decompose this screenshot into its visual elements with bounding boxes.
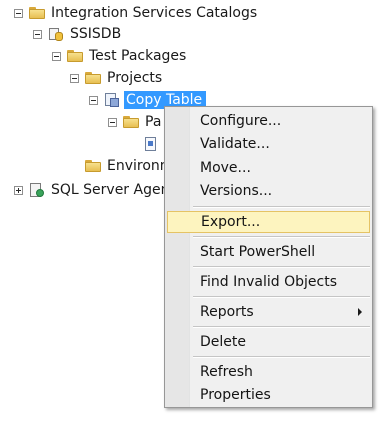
menu-item-refresh[interactable]: Refresh (167, 361, 370, 383)
menu-item-versions[interactable]: Versions... (167, 180, 370, 202)
tree-node-label: Integration Services Catalogs (51, 5, 258, 21)
tree-node-label: SSISDB (70, 26, 122, 42)
folder-icon (29, 7, 45, 19)
tree-node-label: Projects (107, 70, 163, 86)
tree-node-label: SQL Server Agent (51, 182, 175, 198)
menu-item-configure[interactable]: Configure... (167, 110, 370, 132)
menu-item-reports[interactable]: Reports (167, 301, 370, 323)
menu-item-label: Configure... (200, 113, 282, 129)
tree-node-test-packages[interactable]: Test Packages (52, 46, 186, 66)
menu-item-label: Find Invalid Objects (200, 274, 338, 290)
collapse-icon[interactable] (14, 8, 23, 18)
sql-agent-icon (29, 182, 45, 198)
menu-item-label: Validate... (200, 136, 270, 152)
folder-icon (67, 50, 83, 62)
tree-node-integration-services-catalogs[interactable]: Integration Services Catalogs (14, 3, 257, 23)
menu-item-label: Export... (201, 214, 261, 230)
expand-icon[interactable] (14, 185, 23, 195)
database-icon (48, 26, 64, 42)
folder-icon (123, 116, 139, 128)
menu-item-label: Reports (200, 304, 254, 320)
menu-separator (193, 296, 370, 298)
collapse-icon[interactable] (89, 95, 98, 105)
context-menu: Configure... Validate... Move... Version… (164, 106, 373, 408)
submenu-arrow-icon (358, 308, 362, 316)
menu-item-label: Properties (200, 387, 271, 403)
menu-item-delete[interactable]: Delete (167, 331, 370, 353)
collapse-icon[interactable] (52, 51, 61, 61)
tree-node-label: Pa (145, 114, 162, 130)
menu-item-label: Start PowerShell (200, 244, 316, 260)
menu-separator (193, 326, 370, 328)
package-icon (143, 136, 159, 152)
folder-icon (85, 160, 101, 172)
menu-separator (193, 266, 370, 268)
folder-icon (85, 72, 101, 84)
tree-node-label: Environn (107, 158, 169, 174)
tree-node-package[interactable] (143, 134, 165, 154)
project-icon (104, 92, 120, 108)
menu-item-move[interactable]: Move... (167, 157, 370, 179)
menu-separator (193, 206, 370, 208)
menu-item-start-powershell[interactable]: Start PowerShell (167, 241, 370, 263)
menu-item-label: Delete (200, 334, 246, 350)
menu-item-label: Refresh (200, 364, 253, 380)
menu-item-properties[interactable]: Properties (167, 384, 370, 406)
menu-separator (193, 356, 370, 358)
menu-item-validate[interactable]: Validate... (167, 133, 370, 155)
menu-item-label: Move... (200, 160, 251, 176)
menu-item-export[interactable]: Export... (167, 211, 370, 233)
menu-item-find-invalid-objects[interactable]: Find Invalid Objects (167, 271, 370, 293)
tree-node-ssisdb[interactable]: SSISDB (33, 24, 121, 44)
collapse-icon[interactable] (108, 117, 117, 127)
tree-node-projects[interactable]: Projects (70, 68, 162, 88)
menu-separator (193, 236, 370, 238)
collapse-icon[interactable] (33, 29, 42, 39)
tree-node-environments[interactable]: Environn (85, 156, 169, 176)
menu-item-label: Versions... (200, 183, 273, 199)
tree-node-sql-server-agent[interactable]: SQL Server Agent (14, 180, 175, 200)
collapse-icon[interactable] (70, 73, 79, 83)
tree-node-label: Test Packages (89, 48, 187, 64)
tree-node-packages[interactable]: Pa (108, 112, 161, 132)
